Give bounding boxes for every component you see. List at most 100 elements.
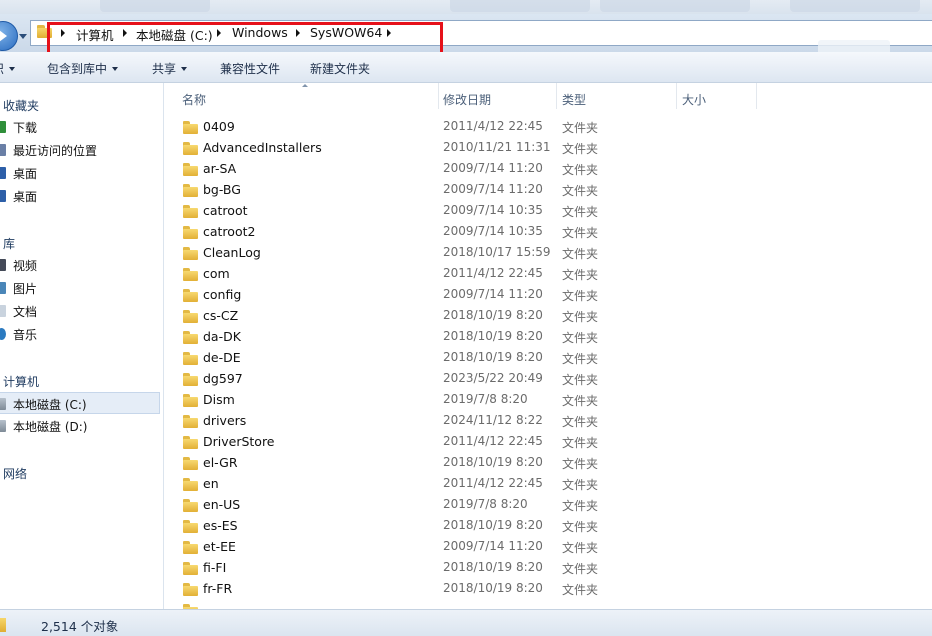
sidebar-group-computer[interactable]: 计算机 — [3, 373, 39, 390]
file-row[interactable]: dg5972023/5/22 20:49文件夹 — [164, 368, 932, 389]
file-name: ar-SA — [203, 161, 236, 176]
file-type: 文件夹 — [562, 308, 598, 325]
sidebar-group-libraries[interactable]: 库 — [3, 235, 15, 252]
breadcrumb-chevron-icon[interactable] — [387, 29, 391, 37]
file-row[interactable]: config2009/7/14 11:20文件夹 — [164, 284, 932, 305]
file-name: com — [203, 266, 230, 281]
file-row[interactable]: 04092011/4/12 22:45文件夹 — [164, 116, 932, 137]
file-row-partial[interactable] — [164, 599, 932, 609]
file-name: drivers — [203, 413, 246, 428]
include-in-library-button[interactable]: 包含到库中 — [47, 60, 118, 77]
address-bar[interactable]: 计算机 本地磁盘 (C:) Windows SysWOW64 — [30, 20, 932, 46]
recent-pages-dropdown-icon[interactable] — [19, 34, 27, 39]
file-row[interactable]: en-US2019/7/8 8:20文件夹 — [164, 494, 932, 515]
folder-icon — [183, 226, 198, 239]
folder-icon — [183, 583, 198, 596]
compatibility-files-button[interactable]: 兼容性文件 — [220, 60, 280, 77]
file-row[interactable]: fi-FI2018/10/19 8:20文件夹 — [164, 557, 932, 578]
sidebar-item-pictures[interactable]: 图片 — [0, 277, 160, 299]
folder-icon — [183, 289, 198, 302]
sidebar-group-network[interactable]: 网络 — [3, 465, 27, 482]
new-folder-button[interactable]: 新建文件夹 — [310, 60, 370, 77]
file-date: 2009/7/14 11:20 — [443, 539, 543, 553]
file-row[interactable]: AdvancedInstallers2010/11/21 11:31文件夹 — [164, 137, 932, 158]
file-date: 2011/4/12 22:45 — [443, 434, 543, 448]
file-row[interactable]: com2011/4/12 22:45文件夹 — [164, 263, 932, 284]
file-row[interactable]: catroot2009/7/14 10:35文件夹 — [164, 200, 932, 221]
file-row[interactable]: CleanLog2018/10/17 15:59文件夹 — [164, 242, 932, 263]
breadcrumb-syswow64[interactable]: SysWOW64 — [310, 25, 382, 40]
file-row[interactable]: bg-BG2009/7/14 11:20文件夹 — [164, 179, 932, 200]
sidebar-item-music[interactable]: 音乐 — [0, 323, 160, 345]
file-row[interactable]: cs-CZ2018/10/19 8:20文件夹 — [164, 305, 932, 326]
background-tab — [790, 0, 920, 12]
sidebar-item-label: 下载 — [13, 119, 37, 136]
column-header-date[interactable]: 修改日期 — [443, 91, 491, 108]
organize-button[interactable]: 织 — [0, 60, 15, 77]
sidebar-item-label: 桌面 — [13, 188, 37, 205]
file-row[interactable]: de-DE2018/10/19 8:20文件夹 — [164, 347, 932, 368]
file-date: 2009/7/14 11:20 — [443, 161, 543, 175]
file-row[interactable]: ar-SA2009/7/14 11:20文件夹 — [164, 158, 932, 179]
file-row[interactable]: el-GR2018/10/19 8:20文件夹 — [164, 452, 932, 473]
drive-icon — [0, 420, 6, 432]
file-name: 0409 — [203, 119, 235, 134]
breadcrumb-chevron-icon[interactable] — [296, 29, 300, 37]
recent-places-icon — [0, 144, 6, 156]
file-row[interactable]: DriverStore2011/4/12 22:45文件夹 — [164, 431, 932, 452]
desktop-icon — [0, 167, 6, 179]
sidebar-item-desktop[interactable]: 桌面 — [0, 162, 160, 184]
sidebar-item-videos[interactable]: 视频 — [0, 254, 160, 276]
breadcrumb-computer[interactable]: 计算机 — [76, 25, 114, 44]
sidebar-item-desktop-2[interactable]: 桌面 — [0, 185, 160, 207]
folder-icon — [183, 373, 198, 386]
file-row[interactable]: drivers2024/11/12 8:22文件夹 — [164, 410, 932, 431]
breadcrumb-windows[interactable]: Windows — [232, 25, 288, 40]
file-name: Dism — [203, 392, 235, 407]
column-divider[interactable] — [676, 83, 677, 109]
sidebar-group-favorites[interactable]: 收藏夹 — [3, 97, 39, 114]
file-date: 2019/7/8 8:20 — [443, 497, 528, 511]
file-row[interactable]: fr-FR2018/10/19 8:20文件夹 — [164, 578, 932, 599]
address-region: 计算机 本地磁盘 (C:) Windows SysWOW64 — [0, 14, 932, 52]
sidebar-item-local-disk-c[interactable]: 本地磁盘 (C:) — [0, 392, 160, 414]
file-row[interactable]: Dism2019/7/8 8:20文件夹 — [164, 389, 932, 410]
file-date: 2018/10/19 8:20 — [443, 518, 543, 532]
file-type: 文件夹 — [562, 140, 598, 157]
share-button[interactable]: 共享 — [152, 60, 187, 77]
file-row[interactable]: et-EE2009/7/14 11:20文件夹 — [164, 536, 932, 557]
column-header-name[interactable]: 名称 — [182, 91, 206, 108]
file-type: 文件夹 — [562, 350, 598, 367]
dropdown-arrow-icon — [181, 67, 187, 71]
file-name: catroot — [203, 203, 248, 218]
folder-icon — [183, 142, 198, 155]
column-header-type[interactable]: 类型 — [562, 91, 586, 108]
forward-button[interactable] — [0, 21, 18, 51]
file-date: 2009/7/14 11:20 — [443, 182, 543, 196]
file-row[interactable]: en2011/4/12 22:45文件夹 — [164, 473, 932, 494]
column-divider[interactable] — [438, 83, 439, 109]
breadcrumb-chevron-icon[interactable] — [217, 29, 221, 37]
sidebar-item-documents[interactable]: 文档 — [0, 300, 160, 322]
file-name: fr-FR — [203, 581, 232, 596]
breadcrumb-chevron-icon[interactable] — [123, 29, 127, 37]
folder-icon — [183, 394, 198, 407]
breadcrumb-local-disk-c[interactable]: 本地磁盘 (C:) — [136, 25, 213, 44]
file-name: catroot2 — [203, 224, 255, 239]
column-divider[interactable] — [756, 83, 757, 109]
file-name: config — [203, 287, 241, 302]
sidebar-item-downloads[interactable]: 下载 — [0, 116, 160, 138]
breadcrumb-chevron-icon[interactable] — [61, 29, 65, 37]
status-bar: 2,514 个对象 — [0, 609, 932, 636]
column-divider[interactable] — [556, 83, 557, 109]
file-row[interactable]: es-ES2018/10/19 8:20文件夹 — [164, 515, 932, 536]
file-row[interactable]: da-DK2018/10/19 8:20文件夹 — [164, 326, 932, 347]
sidebar-item-local-disk-d[interactable]: 本地磁盘 (D:) — [0, 415, 160, 437]
file-row[interactable]: catroot22009/7/14 10:35文件夹 — [164, 221, 932, 242]
sidebar-item-label: 音乐 — [13, 326, 37, 343]
file-type: 文件夹 — [562, 203, 598, 220]
desktop-icon — [0, 190, 6, 202]
sidebar-item-recent-places[interactable]: 最近访问的位置 — [0, 139, 160, 161]
folder-icon — [183, 331, 198, 344]
column-header-size[interactable]: 大小 — [682, 91, 706, 108]
